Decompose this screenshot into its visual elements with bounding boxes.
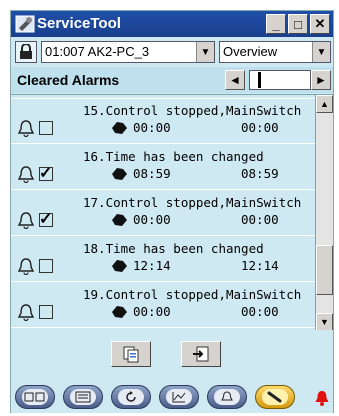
controller-select-value: 01:007 AK2-PC_3 [45,44,150,59]
alarm-message: 16.Time has been changed [83,149,264,164]
hand-icon [112,168,127,180]
export-button[interactable] [181,341,221,367]
acknowledge-checkbox[interactable] [39,259,53,273]
hand-icon [112,306,127,318]
list-item[interactable]: ✓ 16.Time has been changed 08:59 08:59 [11,145,315,190]
caret-up-icon: ▲ [320,99,329,109]
maximize-button[interactable]: □ [288,14,308,34]
lock-icon [20,44,32,59]
tool-refresh-button[interactable] [111,385,151,409]
scroll-up-button[interactable]: ▲ [316,95,333,113]
page-title: Cleared Alarms [17,72,120,88]
tool-controllers-button[interactable] [15,385,55,409]
servicetool-window: ServiceTool _ □ ✕ 01:007 AK2-PC_3 ▼ Over… [10,10,334,413]
alarm-time-end: 08:59 [241,166,279,181]
chevron-down-icon: ▼ [196,42,214,62]
acknowledge-checkbox[interactable] [39,94,53,95]
view-select[interactable]: Overview ▼ [219,41,331,63]
acknowledge-checkbox[interactable]: ✓ [39,165,53,182]
bell-icon [17,258,35,275]
alarm-time-start: 00:00 [133,212,171,227]
bell-icon [17,212,35,229]
list-item[interactable]: 18.Time has been changed 12:14 12:14 [11,237,315,282]
arrow-left-icon: ◄ [229,73,241,87]
caret-down-icon: ▼ [320,317,329,327]
bottom-toolbar [11,381,333,413]
copy-button[interactable] [111,341,151,367]
bell-icon [17,120,35,137]
copy-icon [123,346,139,363]
close-button[interactable]: ✕ [310,14,330,34]
checkmark-icon: ✓ [39,211,53,228]
scroll-down-button[interactable]: ▼ [316,313,333,330]
hand-icon [112,214,127,226]
acknowledge-checkbox[interactable]: ✓ [39,211,53,228]
minimize-button[interactable]: _ [266,14,286,34]
servicetool-app-icon [15,15,35,33]
maximize-icon: □ [294,16,302,32]
bell-icon [17,166,35,183]
alarm-message: 18.Time has been changed [83,241,264,256]
lock-button[interactable] [15,41,37,63]
controllers-icon [24,392,45,402]
chevron-down-icon: ▼ [312,42,330,62]
tool-trend-button[interactable] [159,385,199,409]
hand-icon [112,260,127,272]
alarm-message: 19.Control stopped,MainSwitch [83,287,302,302]
tool-keyboard-button[interactable] [63,385,103,409]
scrollbar-thumb[interactable] [316,245,333,295]
action-bar [11,331,333,379]
alarm-time-start: 08:59 [133,166,171,181]
refresh-icon [126,391,136,402]
alarm-bell-icon[interactable] [313,389,331,407]
tool-alarms-button[interactable] [207,385,247,409]
selector-bar: 01:007 AK2-PC_3 ▼ Overview ▼ [11,39,333,65]
checkmark-icon: ✓ [39,165,53,182]
alarm-time-start: 00:00 [133,120,171,135]
tool-service-button[interactable] [255,385,295,409]
alarm-list: 15.Control stopped,MainSwitch 00:00 00:00 ✓… [11,94,333,330]
alarm-message: 15.Control stopped,MainSwitch [83,103,302,118]
export-icon [193,346,209,362]
alarm-time-start: 12:14 [133,258,171,273]
acknowledge-checkbox[interactable] [39,121,53,135]
vertical-scrollbar[interactable]: ▲ ▼ [315,95,333,330]
acknowledge-checkbox[interactable] [39,305,53,319]
alarm-time-end: 00:00 [241,304,279,319]
list-item[interactable]: ✓ 17.Control stopped,MainSwitch 00:00 00:00 [11,191,315,236]
controller-select[interactable]: 01:007 AK2-PC_3 ▼ [41,41,215,63]
list-item[interactable]: 15.Control stopped,MainSwitch 00:00 00:00 [11,99,315,144]
slider-knob[interactable] [258,72,261,88]
alarm-time-end: 00:00 [241,212,279,227]
bell-icon [17,304,35,321]
previous-page-button[interactable]: ◄ [225,70,245,90]
alarm-time-start: 00:00 [133,304,171,319]
minimize-icon: _ [272,16,280,32]
next-page-button[interactable]: ► [311,70,331,90]
page-slider[interactable] [249,70,311,90]
alarm-message: 17.Control stopped,MainSwitch [83,195,302,210]
view-select-value: Overview [223,44,278,59]
keyboard-icon [75,391,91,403]
arrow-right-icon: ► [315,73,327,87]
title-bar: ServiceTool _ □ ✕ [11,11,333,37]
close-icon: ✕ [314,16,326,31]
window-title: ServiceTool [37,15,121,32]
hand-icon [112,122,127,134]
alarm-time-end: 00:00 [241,120,279,135]
list-item[interactable]: 19.Control stopped,MainSwitch 00:00 00:00 [11,283,315,328]
alarm-time-end: 12:14 [241,258,279,273]
bell-icon [221,391,233,401]
trend-chart-icon [172,392,186,403]
wrench-icon [267,391,282,403]
alarm-list-header: Cleared Alarms ◄ ► [11,67,333,93]
